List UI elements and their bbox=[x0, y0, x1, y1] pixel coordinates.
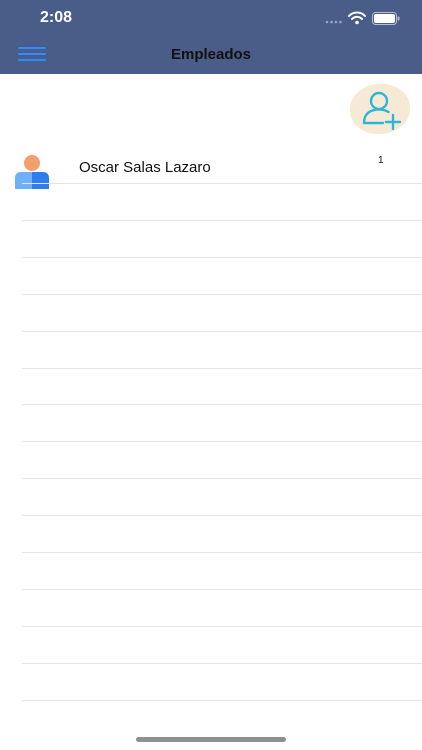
list-separator bbox=[22, 699, 422, 701]
employee-row[interactable]: Oscar Salas Lazaro 1 bbox=[0, 145, 422, 189]
list-separator bbox=[22, 552, 422, 553]
wifi-icon bbox=[348, 11, 366, 25]
list-separator bbox=[22, 625, 422, 627]
list-separator bbox=[22, 367, 422, 369]
status-time: 2:08 bbox=[40, 9, 73, 26]
user-avatar-icon bbox=[15, 155, 49, 189]
list-separator bbox=[22, 330, 422, 332]
add-user-icon bbox=[362, 91, 402, 131]
employee-name: Oscar Salas Lazaro bbox=[79, 159, 211, 176]
app-header: 2:08 Empleados bbox=[0, 0, 422, 74]
list-separator bbox=[22, 183, 422, 184]
list-separator bbox=[22, 404, 422, 406]
list-separator bbox=[22, 662, 422, 664]
cellular-signal-icon bbox=[325, 20, 342, 24]
list-separator bbox=[22, 441, 422, 443]
list-separator bbox=[22, 588, 422, 590]
list-separator bbox=[22, 478, 422, 480]
list-separator bbox=[22, 515, 422, 517]
list-separator bbox=[22, 256, 422, 258]
list-separator bbox=[22, 219, 422, 221]
page-title: Empleados bbox=[170, 46, 252, 63]
battery-icon bbox=[372, 12, 400, 25]
add-employee-button[interactable] bbox=[350, 84, 410, 134]
home-indicator bbox=[136, 737, 286, 742]
list-separator bbox=[22, 293, 422, 295]
employee-count: 1 bbox=[378, 155, 384, 166]
